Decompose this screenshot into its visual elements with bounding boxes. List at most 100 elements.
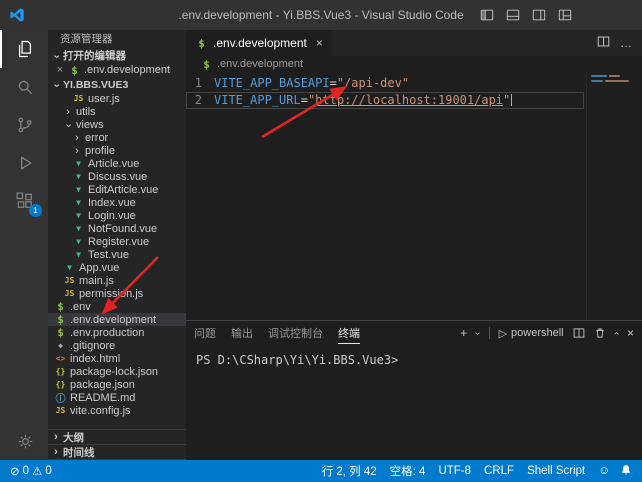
tab-close-icon[interactable]: × [316,36,323,50]
tree-item-package.json[interactable]: package.json [48,378,186,391]
search-icon[interactable] [0,68,48,106]
js-file-icon [63,276,76,285]
tree-item-Index.vue[interactable]: Index.vue [48,196,186,209]
tree-item-views[interactable]: ›views [48,118,186,131]
breadcrumb[interactable]: .env.development [186,56,642,72]
project-header[interactable]: › YI.BBS.VUE3 [48,77,186,92]
more-actions-icon[interactable]: … [620,36,632,50]
split-editor-icon[interactable] [597,35,610,51]
settings-gear-icon[interactable] [0,422,48,460]
vue-file-icon [72,211,85,220]
tree-item-App.vue[interactable]: App.vue [48,261,186,274]
tree-item-Article.vue[interactable]: Article.vue [48,157,186,170]
tree-item-user.js[interactable]: user.js [48,92,186,105]
tree-item-Discuss.vue[interactable]: Discuss.vue [48,170,186,183]
file-label: user.js [88,93,120,105]
terminal-output[interactable]: PS D:\CSharp\Yi\Yi.BBS.Vue3> [186,345,642,460]
status-item[interactable]: UTF-8 [438,465,471,477]
new-terminal-icon[interactable]: + [460,326,467,340]
file-label: .env.production [70,327,144,339]
explorer-icon[interactable] [0,30,48,68]
minimap[interactable] [586,72,642,320]
tree-item-utils[interactable]: ›utils [48,105,186,118]
tree-item-package-lock.json[interactable]: package-lock.json [48,365,186,378]
source-control-icon[interactable] [0,106,48,144]
tab-label: .env.development [213,36,307,50]
notifications-bell-icon[interactable] [620,464,632,479]
panel-tab-调试控制台[interactable]: 调试控制台 [268,322,323,344]
vue-file-icon [72,185,85,194]
project-label: YI.BBS.VUE3 [63,79,128,91]
panel-tab-问题[interactable]: 问题 [194,322,216,344]
tree-item-EditArticle.vue[interactable]: EditArticle.vue [48,183,186,196]
explorer-sidebar: 资源管理器 › 打开的编辑器 × .env.development › YI.B… [48,30,186,460]
file-label: package.json [70,379,135,391]
chevron-right-icon: › [51,446,61,458]
status-item[interactable]: 行 2, 列 42 [322,463,377,479]
terminal-dropdown-chevron-icon[interactable]: › [472,331,483,334]
outline-label: 大纲 [63,430,84,445]
toggle-panel-icon[interactable] [506,8,520,22]
titlebar: .env.development - Yi.BBS.Vue3 - Visual … [0,0,642,30]
status-item[interactable]: 空格: 4 [390,463,426,479]
tree-item-.gitignore[interactable]: .gitignore [48,339,186,352]
shell-selector[interactable]: ▷ powershell [499,327,564,340]
tree-item-error[interactable]: ›error [48,131,186,144]
panel-tab-输出[interactable]: 输出 [231,322,253,344]
env-file-icon [200,58,213,71]
file-label: App.vue [79,262,119,274]
tab-env-development[interactable]: .env.development × [186,30,332,56]
toggle-sidebar-icon[interactable] [480,8,494,22]
tree-item-.env.production[interactable]: .env.production [48,326,186,339]
file-label: EditArticle.vue [88,184,158,196]
file-label: .env.development [70,314,156,326]
problems-indicator[interactable]: ⊘0 ⚠0 [10,464,52,478]
close-panel-icon[interactable]: × [627,326,634,340]
outline-section-header[interactable]: › 大纲 [48,430,186,445]
tree-item-Login.vue[interactable]: Login.vue [48,209,186,222]
toggle-secondary-sidebar-icon[interactable] [532,8,546,22]
file-label: .gitignore [70,340,115,352]
tree-item-profile[interactable]: ›profile [48,144,186,157]
open-editors-label: 打开的编辑器 [63,48,126,63]
tree-item-README.md[interactable]: README.md [48,391,186,404]
feedback-smiley-icon[interactable]: ☺ [598,465,610,477]
open-editor-item[interactable]: × .env.development [48,63,186,77]
kill-terminal-icon[interactable] [594,327,606,339]
vscode-logo-icon[interactable] [0,7,34,23]
tree-item-permission.js[interactable]: permission.js [48,287,186,300]
vue-file-icon [72,237,85,246]
code-editor[interactable]: 1VITE_APP_BASEAPI="/api-dev"2VITE_APP_UR… [186,75,584,109]
status-item[interactable]: CRLF [484,465,514,477]
close-icon[interactable]: × [55,64,65,76]
activity-bar: 1 [0,30,48,460]
vue-file-icon [72,198,85,207]
customize-layout-icon[interactable] [558,8,572,22]
timeline-section-header[interactable]: › 时间线 [48,445,186,460]
status-item[interactable]: Shell Script [527,465,585,477]
chevron-right-icon: › [72,132,82,144]
tree-item-index.html[interactable]: index.html [48,352,186,365]
tree-item-Test.vue[interactable]: Test.vue [48,248,186,261]
split-terminal-icon[interactable] [573,327,585,339]
tree-item-vite.config.js[interactable]: vite.config.js [48,404,186,417]
file-label: Discuss.vue [88,171,147,183]
code-line-2[interactable]: 2VITE_APP_URL="http://localhost:19001/ap… [186,92,584,109]
env-file-icon [54,313,67,326]
maximize-panel-icon[interactable]: › [611,331,622,334]
file-label: Register.vue [88,236,149,248]
tree-item-Register.vue[interactable]: Register.vue [48,235,186,248]
vue-file-icon [72,172,85,181]
run-debug-icon[interactable] [0,144,48,182]
panel-tab-终端[interactable]: 终端 [338,322,360,344]
code-line-1[interactable]: 1VITE_APP_BASEAPI="/api-dev" [186,75,584,92]
env-file-icon [54,300,67,313]
tree-item-.env.development[interactable]: .env.development [48,313,186,326]
tree-item-NotFound.vue[interactable]: NotFound.vue [48,222,186,235]
env-file-icon [68,64,81,77]
tree-item-main.js[interactable]: main.js [48,274,186,287]
extensions-icon[interactable]: 1 [0,182,48,220]
tree-item-.env[interactable]: .env [48,300,186,313]
open-editors-header[interactable]: › 打开的编辑器 [48,48,186,63]
file-label: Login.vue [88,210,136,222]
